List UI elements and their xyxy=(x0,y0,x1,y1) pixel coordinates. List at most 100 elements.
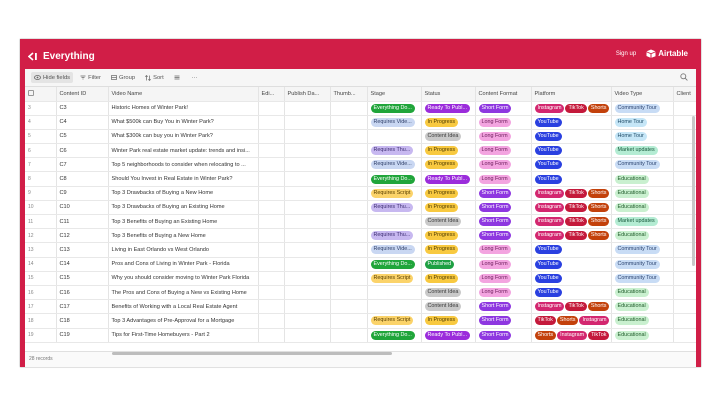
content-id-cell[interactable]: C14 xyxy=(56,257,109,272)
editor-cell[interactable] xyxy=(258,129,285,145)
row-number[interactable]: 7 xyxy=(25,157,57,173)
video-name-cell[interactable]: Top 3 Advantages of Pre-Approval for a M… xyxy=(108,313,259,329)
client-cell[interactable] xyxy=(673,271,696,286)
content-id-cell[interactable]: C10 xyxy=(56,200,109,216)
thumbnail-cell[interactable] xyxy=(330,299,368,315)
horizontal-scrollbar[interactable] xyxy=(112,352,392,355)
video-type-cell[interactable]: Educational xyxy=(611,299,674,315)
publish-date-cell[interactable] xyxy=(284,242,331,258)
publish-date-cell[interactable] xyxy=(284,171,331,187)
vertical-scrollbar[interactable] xyxy=(692,116,695,266)
publish-date-cell[interactable] xyxy=(284,328,331,343)
video-type-cell[interactable]: Home Tour xyxy=(611,129,674,145)
content-id-cell[interactable]: C15 xyxy=(56,271,109,286)
status-cell[interactable]: In Progress xyxy=(421,271,476,286)
editor-cell[interactable] xyxy=(258,228,285,244)
platform-cell[interactable]: Instagram TikTok Shorts xyxy=(531,299,612,315)
publish-date-cell[interactable] xyxy=(284,143,331,159)
platform-cell[interactable]: YouTube xyxy=(531,143,612,159)
publish-date-cell[interactable] xyxy=(284,186,331,201)
video-name-cell[interactable]: Pros and Cons of Living in Winter Park -… xyxy=(108,257,259,272)
thumbnail-cell[interactable] xyxy=(330,101,368,116)
thumbnail-cell[interactable] xyxy=(330,129,368,145)
row-number[interactable]: 9 xyxy=(25,186,57,201)
editor-cell[interactable] xyxy=(258,115,285,130)
more-options-button[interactable]: ··· xyxy=(189,72,201,83)
table-row[interactable]: 8 C8 Should You Invest in Real Estate in W… xyxy=(25,171,696,187)
row-number[interactable]: 19 xyxy=(25,328,57,343)
stage-cell[interactable]: Requires Thu... xyxy=(367,228,422,244)
thumbnail-cell[interactable] xyxy=(330,200,368,216)
thumbnail-cell[interactable] xyxy=(330,214,368,230)
row-number[interactable]: 18 xyxy=(25,313,57,329)
row-number[interactable]: 14 xyxy=(25,257,57,272)
content-id-cell[interactable]: C18 xyxy=(56,313,109,329)
editor-cell[interactable] xyxy=(258,214,285,230)
content-id-cell[interactable]: C8 xyxy=(56,171,109,187)
content-id-cell[interactable]: C7 xyxy=(56,157,109,173)
table-row[interactable]: 18 C18 Top 3 Advantages of Pre-Approval fo… xyxy=(25,313,696,329)
status-cell[interactable]: In Progress xyxy=(421,157,476,173)
content-format-cell[interactable]: Long Form xyxy=(475,157,532,173)
editor-cell[interactable] xyxy=(258,242,285,258)
column-header[interactable]: Content ID xyxy=(56,87,109,102)
row-number[interactable]: 15 xyxy=(25,271,57,286)
stage-cell[interactable]: Requires Script xyxy=(367,271,422,286)
video-name-cell[interactable]: Top 3 Benefits of Buying a New Home xyxy=(108,228,259,244)
video-type-cell[interactable]: Educational xyxy=(611,328,674,343)
row-number[interactable]: 8 xyxy=(25,171,57,187)
thumbnail-cell[interactable] xyxy=(330,313,368,329)
content-format-cell[interactable]: Long Form xyxy=(475,271,532,286)
content-id-cell[interactable]: C6 xyxy=(56,143,109,159)
stage-cell[interactable]: Requires Vide... xyxy=(367,157,422,173)
stage-cell[interactable]: Requires Vide... xyxy=(367,115,422,130)
platform-cell[interactable]: YouTube xyxy=(531,285,612,301)
thumbnail-cell[interactable] xyxy=(330,285,368,301)
video-type-cell[interactable]: Market updates xyxy=(611,214,674,230)
video-name-cell[interactable]: What $500k can Buy You in Winter Park? xyxy=(108,115,259,130)
stage-cell[interactable]: Everything Do... xyxy=(367,328,422,343)
thumbnail-cell[interactable] xyxy=(330,143,368,159)
content-format-cell[interactable]: Short Form xyxy=(475,299,532,315)
editor-cell[interactable] xyxy=(258,143,285,159)
client-cell[interactable] xyxy=(673,313,696,329)
content-format-cell[interactable]: Long Form xyxy=(475,129,532,145)
thumbnail-cell[interactable] xyxy=(330,115,368,130)
stage-cell[interactable]: Everything Do... xyxy=(367,257,422,272)
publish-date-cell[interactable] xyxy=(284,200,331,216)
status-cell[interactable]: Content Idea xyxy=(421,129,476,145)
sort-button[interactable]: Sort xyxy=(142,72,167,83)
video-type-cell[interactable]: Educational xyxy=(611,200,674,216)
table-row[interactable]: 15 C15 Why you should consider moving to W… xyxy=(25,271,696,286)
column-header[interactable]: Content Format xyxy=(475,87,532,102)
status-cell[interactable]: In Progress xyxy=(421,115,476,130)
video-type-cell[interactable]: Community Tour xyxy=(611,101,674,116)
column-header[interactable]: Publish Da... xyxy=(284,87,331,102)
editor-cell[interactable] xyxy=(258,171,285,187)
content-id-cell[interactable]: C12 xyxy=(56,228,109,244)
editor-cell[interactable] xyxy=(258,186,285,201)
thumbnail-cell[interactable] xyxy=(330,171,368,187)
table-row[interactable]: 12 C12 Top 3 Benefits of Buying a New Home… xyxy=(25,228,696,244)
content-format-cell[interactable]: Short Form xyxy=(475,186,532,201)
video-name-cell[interactable]: Why you should consider moving to Winter… xyxy=(108,271,259,286)
table-row[interactable]: 7 C7 Top 5 neighborhoods to consider when … xyxy=(25,157,696,173)
platform-cell[interactable]: Instagram TikTok Shorts xyxy=(531,228,612,244)
table-row[interactable]: 17 C17 Benefits of Working with a Local Re… xyxy=(25,299,696,315)
content-id-cell[interactable]: C16 xyxy=(56,285,109,301)
publish-date-cell[interactable] xyxy=(284,271,331,286)
platform-cell[interactable]: YouTube xyxy=(531,157,612,173)
video-name-cell[interactable]: What $300k can buy you in Winter Park? xyxy=(108,129,259,145)
table-row[interactable]: 11 C11 Top 3 Benefits of Buying an Existin… xyxy=(25,214,696,230)
select-all-checkbox[interactable] xyxy=(28,89,34,96)
column-header[interactable]: Video Name xyxy=(108,87,259,102)
thumbnail-cell[interactable] xyxy=(330,186,368,201)
thumbnail-cell[interactable] xyxy=(330,242,368,258)
row-number[interactable]: 11 xyxy=(25,214,57,230)
publish-date-cell[interactable] xyxy=(284,228,331,244)
thumbnail-cell[interactable] xyxy=(330,328,368,343)
content-id-cell[interactable]: C4 xyxy=(56,115,109,130)
status-cell[interactable]: Content Idea xyxy=(421,285,476,301)
content-id-cell[interactable]: C3 xyxy=(56,101,109,116)
platform-cell[interactable]: YouTube xyxy=(531,129,612,145)
